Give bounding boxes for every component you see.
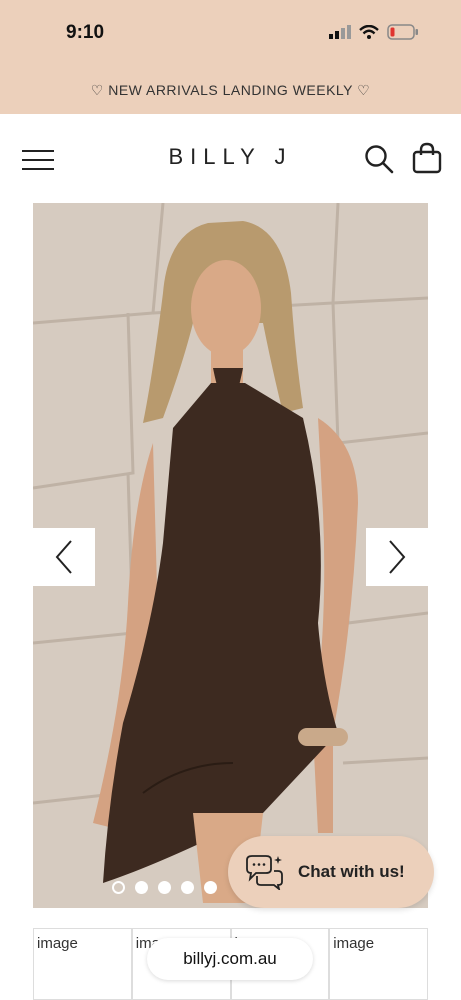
carousel-prev-button[interactable] [33,528,95,586]
announcement-text: ♡ NEW ARRIVALS LANDING WEEKLY ♡ [90,81,371,98]
battery-icon [387,24,418,40]
chevron-left-icon [55,540,72,574]
chevron-right-icon [389,540,406,574]
chat-button[interactable]: Chat with us! [228,836,434,908]
thumbnail[interactable]: image [329,928,428,1000]
browser-url-bar[interactable]: billyj.com.au [147,938,313,980]
chat-label: Chat with us! [298,862,405,881]
carousel-next-button[interactable] [366,528,428,586]
carousel-dot[interactable] [112,881,125,894]
carousel-dot[interactable] [135,881,148,894]
carousel-dot[interactable] [204,881,217,894]
shopping-bag-icon[interactable] [411,142,443,174]
carousel-dot[interactable] [158,881,171,894]
carousel-dot[interactable] [181,881,194,894]
announcement-bar: ♡ NEW ARRIVALS LANDING WEEKLY ♡ [0,66,461,114]
chat-bubble-icon [246,855,283,890]
status-time: 9:10 [66,22,105,43]
carousel-dots [112,881,217,894]
cellular-signal-icon [329,25,351,39]
thumbnail[interactable]: image [33,928,132,1000]
url-text: billyj.com.au [183,949,277,968]
status-bar: 9:10 [0,0,461,66]
status-icons [329,24,419,40]
search-icon[interactable] [364,144,394,174]
wifi-icon [359,25,379,39]
site-header: BILLY J [0,114,461,204]
